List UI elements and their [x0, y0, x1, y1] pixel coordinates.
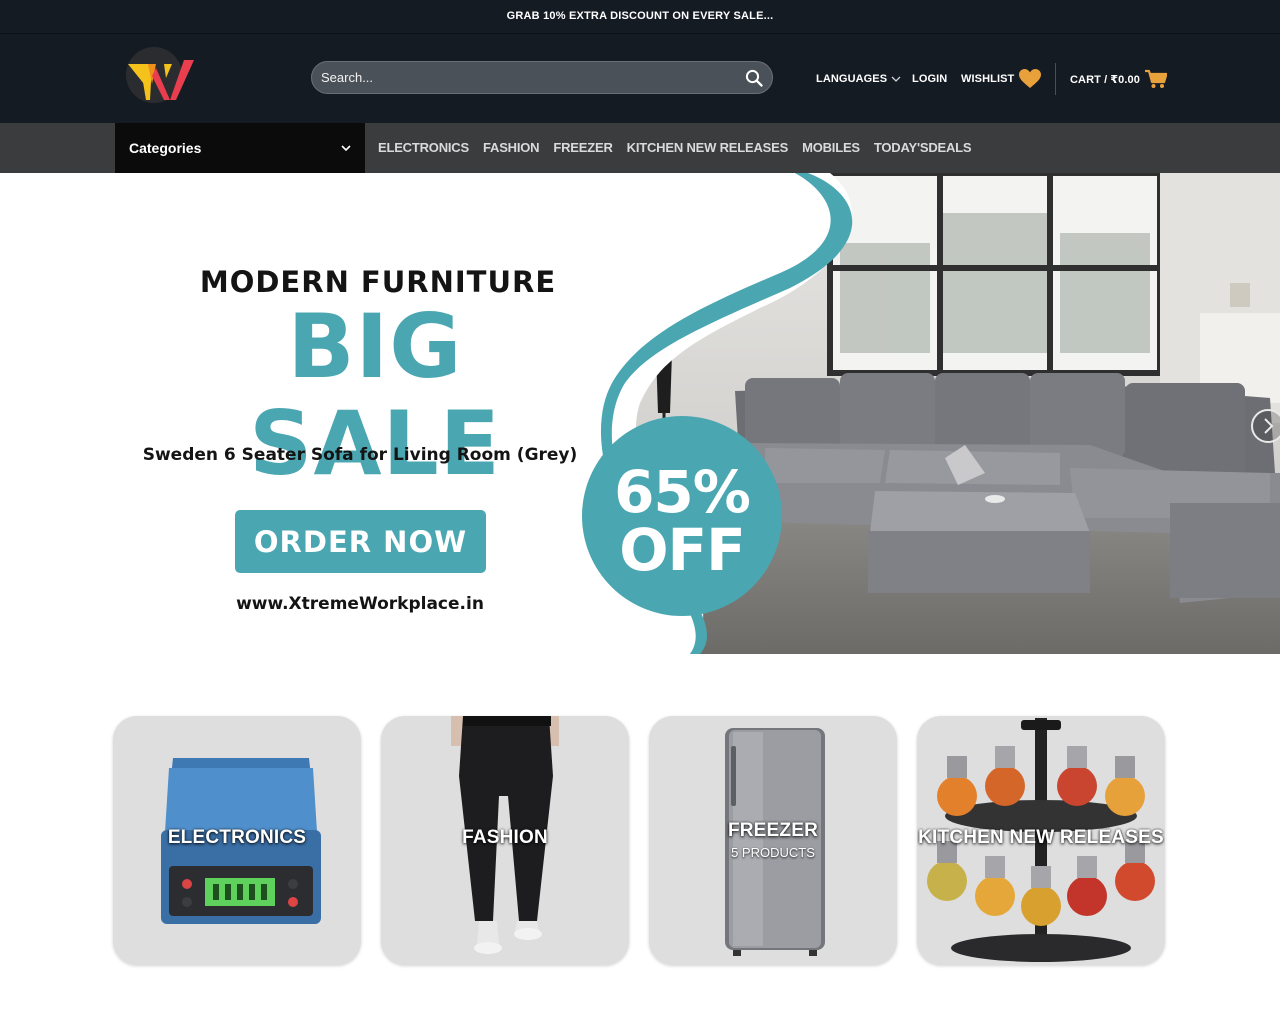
nav-mobiles[interactable]: MOBILES	[802, 140, 860, 155]
hero-banner[interactable]: MODERN FURNITURE BIG SALE Sweden 6 Seate…	[0, 173, 1280, 654]
login-link[interactable]: LOGIN	[912, 72, 947, 86]
wishlist-link[interactable]: WISHLIST	[961, 69, 1042, 88]
category-nav: Categories ELECTRONICS FASHION FREEZER K…	[0, 123, 1280, 173]
search-icon[interactable]	[745, 69, 763, 87]
cart-link[interactable]: CART / ₹0.00	[1070, 69, 1167, 88]
category-card-label: ELECTRONICS	[167, 827, 307, 848]
languages-label: LANGUAGES	[816, 73, 888, 85]
category-card-kitchen-new-releases[interactable]: KITCHEN NEW RELEASES	[917, 716, 1165, 965]
search-bar	[311, 61, 773, 94]
chevron-right-icon	[1264, 418, 1274, 434]
slider-next-button[interactable]	[1251, 409, 1280, 443]
category-card-label: FREEZER	[727, 820, 819, 841]
order-now-button[interactable]: ORDER NOW	[235, 510, 486, 573]
header-divider	[1055, 63, 1056, 95]
hero-url: www.XtremeWorkplace.in	[236, 594, 484, 614]
category-card-freezer[interactable]: FREEZER 5 PRODUCTS	[649, 716, 897, 965]
login-label: LOGIN	[912, 73, 948, 85]
chevron-down-icon	[891, 76, 901, 82]
category-card-label: FASHION	[462, 827, 548, 848]
site-header: LANGUAGES LOGIN WISHLIST CART / ₹0.00	[0, 34, 1280, 123]
nav-freezer[interactable]: FREEZER	[553, 140, 612, 155]
category-cards: ELECTRONICS FASHION FREEZER 5 PRODUCTS K…	[113, 716, 1165, 966]
discount-percent: 65%	[614, 458, 751, 526]
category-links: ELECTRONICS FASHION FREEZER KITCHEN NEW …	[378, 140, 972, 155]
cart-label: CART / ₹0.00	[1070, 73, 1140, 86]
promo-text: GRAB 10% EXTRA DISCOUNT ON EVERY SALE...	[506, 10, 774, 22]
wishlist-label: WISHLIST	[961, 73, 1015, 85]
category-card-label: KITCHEN NEW RELEASES	[918, 827, 1164, 848]
category-card-electronics[interactable]: ELECTRONICS	[113, 716, 361, 965]
hero-kicker: MODERN FURNITURE	[199, 265, 557, 299]
languages-menu[interactable]: LANGUAGES	[816, 72, 901, 86]
category-product-count: 5 PRODUCTS	[731, 845, 815, 860]
nav-kitchen-new-releases[interactable]: KITCHEN NEW RELEASES	[627, 140, 789, 155]
search-input[interactable]	[321, 62, 741, 93]
discount-badge: 65% OFF	[582, 463, 782, 579]
nav-electronics[interactable]: ELECTRONICS	[378, 140, 469, 155]
nav-fashion[interactable]: FASHION	[483, 140, 540, 155]
cart-icon	[1144, 69, 1167, 88]
heart-icon	[1019, 69, 1042, 88]
site-logo[interactable]	[126, 46, 196, 106]
promo-bar: GRAB 10% EXTRA DISCOUNT ON EVERY SALE...	[0, 0, 1280, 34]
categories-label: Categories	[129, 140, 202, 156]
chevron-down-icon	[341, 145, 351, 152]
category-card-fashion[interactable]: FASHION	[381, 716, 629, 965]
categories-dropdown[interactable]: Categories	[115, 123, 365, 173]
discount-off: OFF	[619, 516, 746, 584]
hero-subtitle: Sweden 6 Seater Sofa for Living Room (Gr…	[142, 445, 578, 465]
nav-todays-deals[interactable]: TODAY'SDEALS	[874, 140, 972, 155]
